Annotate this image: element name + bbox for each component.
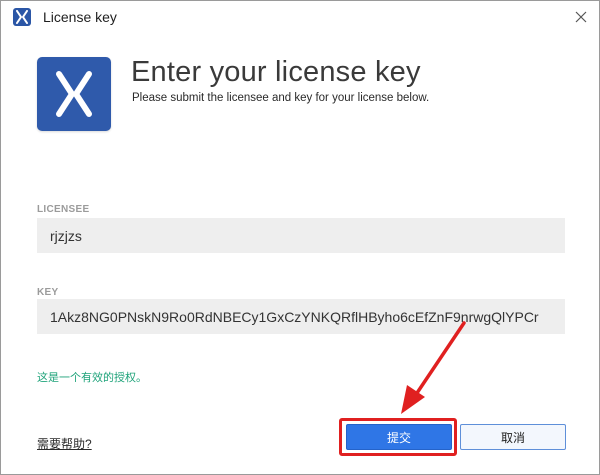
submit-button[interactable]: 提交	[346, 424, 452, 450]
help-link[interactable]: 需要帮助?	[37, 435, 92, 452]
cancel-button[interactable]: 取消	[460, 424, 566, 450]
window-title: License key	[43, 9, 117, 25]
validation-message: 这是一个有效的授权。	[37, 372, 147, 384]
page-subtitle: Please submit the licensee and key for y…	[132, 92, 430, 104]
key-input[interactable]	[37, 299, 565, 334]
title-bar: License key	[1, 1, 599, 33]
close-button[interactable]	[569, 5, 593, 29]
page-title: Enter your license key	[131, 56, 421, 88]
key-label: KEY	[37, 287, 59, 298]
license-key-dialog: License key Enter your license key Pleas…	[0, 0, 600, 475]
licensee-label: LICENSEE	[37, 204, 90, 215]
close-icon	[575, 11, 587, 23]
xshell-x-icon	[13, 8, 31, 26]
xshell-logo	[37, 57, 111, 131]
licensee-input[interactable]	[37, 218, 565, 253]
